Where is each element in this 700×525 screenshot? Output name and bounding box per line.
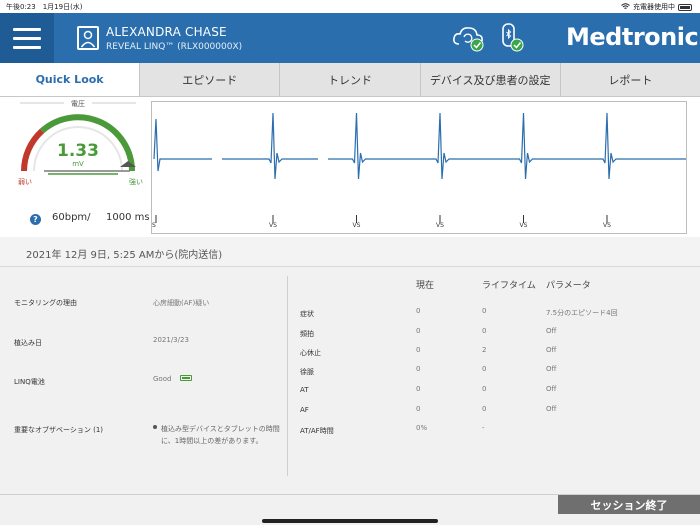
battery-icon [678,3,692,11]
row-label: 症状 [300,310,314,318]
row-current: 0 [416,307,421,315]
row-parameter: Off [546,405,557,413]
patient-name: ALEXANDRA CHASE [106,25,227,39]
vs-marker: VS [603,215,611,229]
vs-marker: VS [269,215,277,229]
status-time-date: 午後0:23 1月19日(水) [6,3,83,11]
wifi-icon [621,2,630,12]
menu-button[interactable] [0,13,54,63]
row-current: 0 [416,385,421,393]
implant-date-value: 2021/3/23 [153,336,189,344]
menu-icon-bar [13,27,41,31]
row-parameter: Off [546,346,557,354]
bottom-bar: セッション終了 [0,494,700,525]
row-current: 0% [416,424,428,432]
menu-icon-bar [13,36,41,40]
row-label: AF [300,406,309,414]
row-label: 心休止 [300,349,321,357]
vs-marker: S [152,215,157,229]
bullet-icon [153,425,157,429]
rr-interval-value: 1000 ms [106,212,150,223]
row-lifetime: 0 [482,385,487,393]
tab-episodes[interactable]: エピソード [139,63,279,96]
row-lifetime: 0 [482,307,487,315]
status-bar: 午後0:23 1月19日(水) 充電器使用中 [0,0,700,13]
voltage-gauge: 電圧 1.33 mV 弱い 強い [8,99,148,199]
row-label: AT [300,386,309,394]
row-label: 頻拍 [300,330,314,338]
row-parameter: Off [546,365,557,373]
observation-text: 植込み型デバイスとタブレットの時間に、1時間以上の差があります。 [161,425,280,445]
monitoring-reason-label: モニタリングの理由 [14,299,77,307]
svg-text:VS: VS [520,222,528,229]
bluetooth-device-icon[interactable] [498,21,526,53]
heart-rate-value: 60bpm/ [52,212,91,223]
linq-battery-label: LINQ電池 [14,378,45,386]
monitoring-reason-value: 心房細動(AF)疑い [153,299,210,307]
row-current: 0 [416,327,421,335]
svg-text:VS: VS [269,222,277,229]
svg-text:VS: VS [603,222,611,229]
linq-battery-value: Good [153,375,172,383]
transmission-date-row: 2021年 12月 9日, 5:25 AMから(院内送信) [0,237,700,267]
patient-id-icon [77,26,99,50]
row-parameter: Off [546,327,557,335]
gauge-high-label: 強い [129,178,143,186]
svg-text:S: S [152,222,156,229]
row-lifetime: 0 [482,327,487,335]
menu-icon-bar [13,45,41,49]
implant-date-label: 植込み日 [14,339,42,347]
status-right: 充電器使用中 [621,2,692,12]
app-header: ALEXANDRA CHASE REVEAL LINQ™ (RLX000000X… [0,13,700,63]
row-current: 0 [416,405,421,413]
cloud-sync-icon[interactable] [452,23,486,53]
ecg-waveform: SVSVSVSVSVSVS [152,112,700,229]
ecg-trace [153,112,700,180]
row-lifetime: 0 [482,405,487,413]
device-id: REVEAL LINQ™ (RLX000000X) [106,42,243,52]
patient-details-section: モニタリングの理由 心房細動(AF)疑い 植込み日 2021/3/23 LINQ… [0,268,700,494]
column-divider [287,276,288,476]
row-current: 0 [416,346,421,354]
row-lifetime: - [482,424,485,432]
ecg-strip: SVSVSVSVSVSVS [151,101,700,234]
svg-text:VS: VS [436,222,444,229]
tab-device-patient-settings[interactable]: デバイス及び患者の設定 [419,63,560,96]
home-indicator[interactable] [262,519,438,523]
tab-reports[interactable]: レポート [559,63,700,96]
gauge-title: 電圧 [71,100,85,108]
end-session-button[interactable]: セッション終了 [558,495,700,514]
main-tabs: Quick Look エピソード トレンド デバイス及び患者の設定 レポート [0,63,700,97]
row-parameter: 7.5分のエピソード4回 [546,309,618,317]
observation-label[interactable]: 重要なオブザベーション (1) [14,425,103,435]
battery-good-icon [180,375,192,381]
row-lifetime: 2 [482,346,487,354]
header-parameter: パラメータ [546,281,591,291]
help-icon[interactable]: ? [30,214,41,225]
row-current: 0 [416,365,421,373]
header-lifetime: ライフタイム [482,281,536,291]
row-parameter: Off [546,385,557,393]
row-label: 徐脈 [300,368,314,376]
gauge-low-label: 弱い [18,178,32,186]
row-label: AT/AF時間 [300,427,334,435]
svg-text:VS: VS [353,222,361,229]
quick-look-top-panel: 電圧 1.33 mV 弱い 強い ? 60bpm/ 1000 ms S VS VS V… [0,97,700,237]
tab-trends[interactable]: トレンド [279,63,419,96]
header-current: 現在 [416,281,435,291]
row-lifetime: 0 [482,365,487,373]
charging-text: 充電器使用中 [633,3,675,11]
gauge-value: 1.33 [57,141,99,161]
transmission-date: 2021年 12月 9日, 5:25 AMから(院内送信) [26,250,223,261]
vs-marker: VS [353,215,361,229]
medtronic-logo: Medtronic [566,23,699,51]
vs-marker: VS [436,215,444,229]
gauge-unit: mV [72,160,84,168]
tab-quick-look[interactable]: Quick Look [0,63,140,96]
vs-marker: VS [520,215,528,229]
